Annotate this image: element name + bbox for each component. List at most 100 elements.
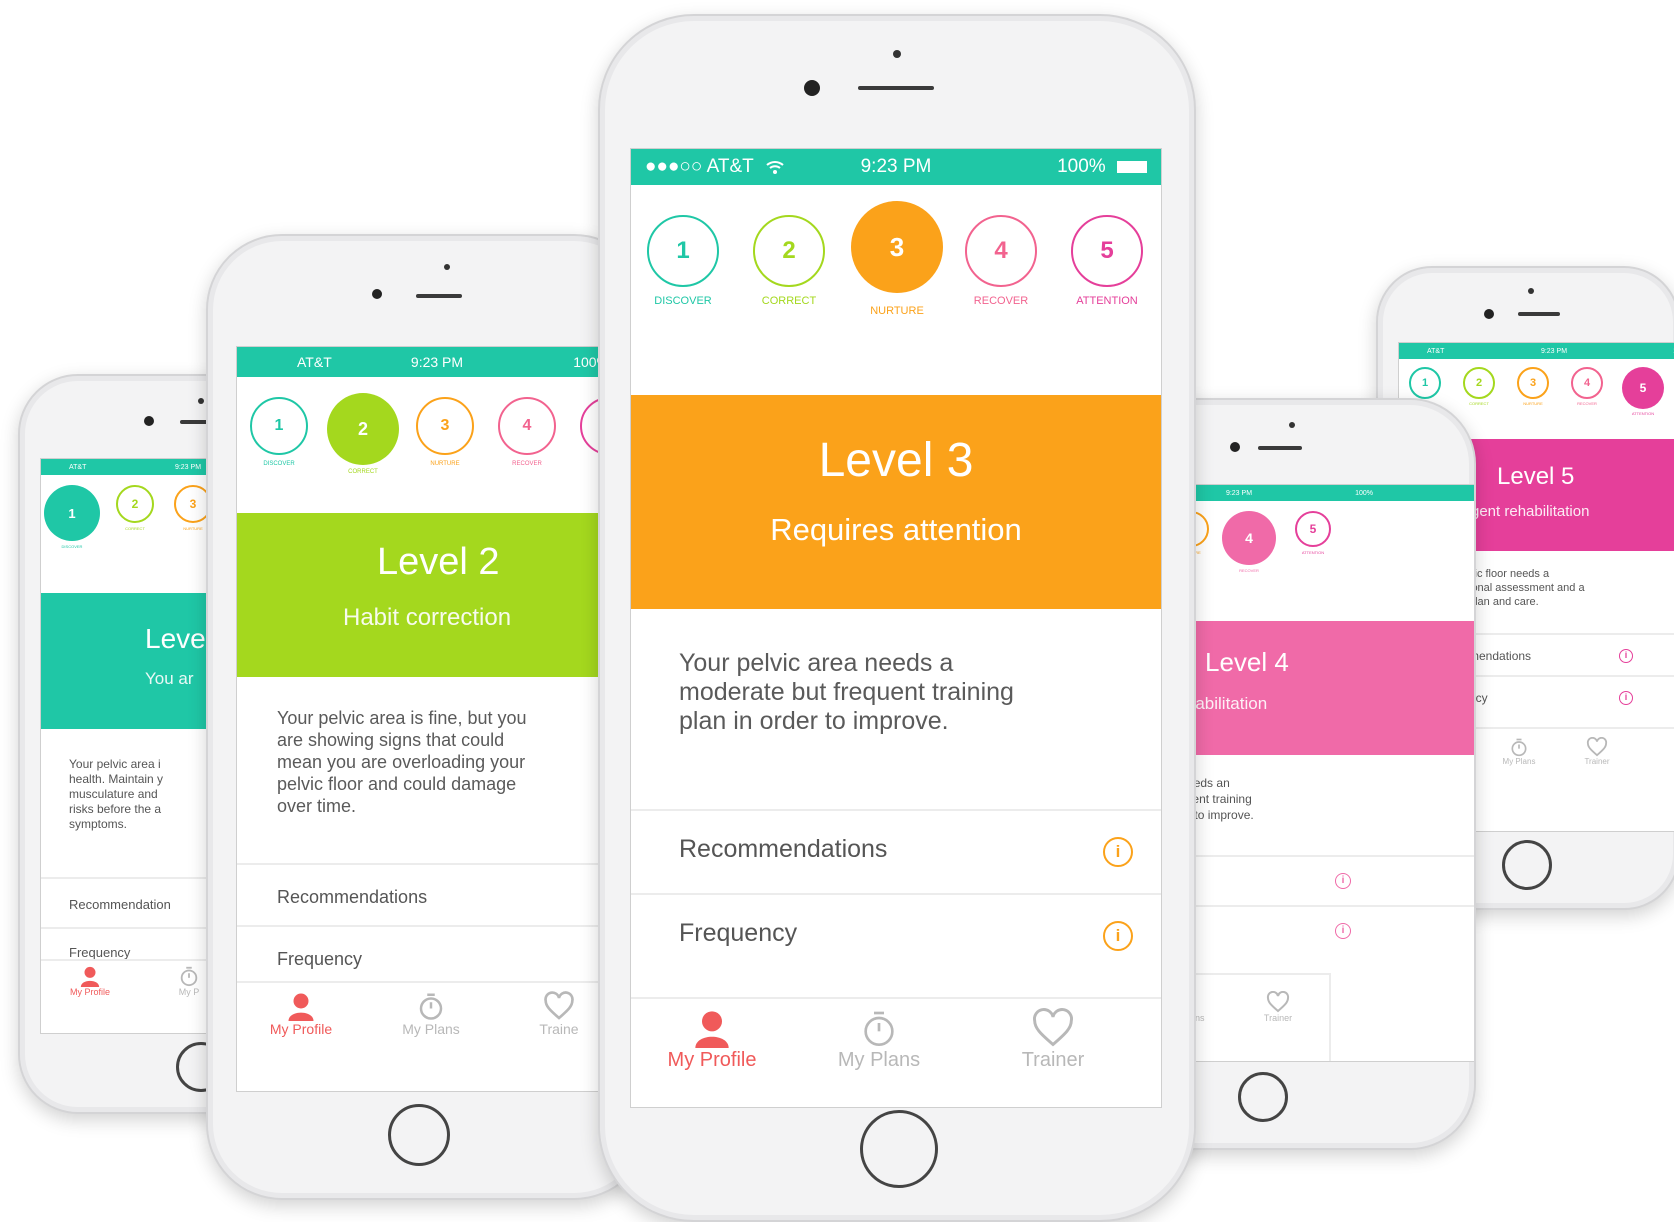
step-4-active[interactable]: 4 RECOVER bbox=[1221, 511, 1277, 573]
info-icon[interactable]: i bbox=[1103, 837, 1133, 867]
step-1[interactable]: 1 bbox=[1407, 367, 1443, 399]
tab-label: Traine bbox=[539, 1021, 579, 1037]
step-circle: 5 bbox=[1071, 215, 1143, 287]
step-2-active[interactable]: 2 CORRECT bbox=[325, 393, 401, 475]
tab-label: Trainer bbox=[1021, 1049, 1085, 1071]
step-2[interactable]: 2 CORRECT bbox=[113, 485, 157, 531]
home-button[interactable] bbox=[1502, 840, 1552, 890]
step-circle: 2 bbox=[1463, 367, 1495, 399]
desc-line: Your pelvic area i bbox=[69, 757, 161, 771]
tab-my-plans[interactable]: My Plans bbox=[829, 1007, 929, 1072]
tab-my-profile[interactable]: My Profile bbox=[55, 965, 125, 997]
step-label: NURTURE bbox=[870, 305, 924, 317]
step-4[interactable]: 4 RECOVER bbox=[961, 201, 1041, 307]
tab-my-profile[interactable]: My Profile bbox=[259, 991, 343, 1037]
step-4[interactable]: 4 RECOVER bbox=[1569, 367, 1605, 406]
info-icon[interactable]: i bbox=[1103, 921, 1133, 951]
screen: ●●●○○ AT&T 9:23 PM 100% 1 DISCOVER 2 CORRE… bbox=[630, 148, 1162, 1108]
earpiece bbox=[1258, 446, 1302, 450]
tab-my-profile[interactable]: My Profile bbox=[657, 1007, 767, 1072]
earpiece bbox=[1518, 312, 1560, 316]
step-1[interactable]: 1 DISCOVER bbox=[643, 201, 723, 307]
tab-bar: My Profile My Plans Trainer bbox=[631, 997, 1161, 1107]
tab-label: Trainer bbox=[1584, 757, 1610, 766]
home-button[interactable] bbox=[1238, 1072, 1288, 1122]
heart-icon bbox=[1586, 737, 1608, 757]
step-2[interactable]: 2 CORRECT bbox=[1461, 367, 1497, 406]
clock: 9:23 PM bbox=[1540, 347, 1568, 355]
front-camera bbox=[804, 80, 820, 96]
step-label: RECOVER bbox=[1239, 568, 1259, 573]
row-label: mendations bbox=[1469, 649, 1532, 663]
row-label: Recommendations bbox=[679, 835, 888, 863]
status-bar: ●●●○○ AT&T 9:23 PM 100% bbox=[631, 149, 1161, 185]
tab-my-plans[interactable]: My Plans bbox=[391, 991, 471, 1037]
phone-level-3: ●●●○○ AT&T 9:23 PM 100% 1 DISCOVER 2 CORRE… bbox=[598, 14, 1196, 1222]
step-circle: 1 bbox=[250, 397, 308, 455]
step-circle: 2 bbox=[116, 485, 154, 523]
front-camera bbox=[144, 416, 154, 426]
recommendations-row[interactable]: Recommendations i bbox=[631, 809, 1161, 893]
step-label: ATTENTION bbox=[1631, 411, 1655, 416]
heart-icon bbox=[544, 991, 574, 1020]
step-label: NURTURE bbox=[1523, 401, 1543, 406]
step-5-active[interactable]: 5 ATTENTION bbox=[1621, 367, 1665, 416]
level-description: Your pelvic area is fine, but you are sh… bbox=[277, 707, 527, 817]
step-4[interactable]: 4 RECOVER bbox=[495, 393, 559, 467]
heart-icon bbox=[1033, 1008, 1073, 1047]
stopwatch-icon bbox=[419, 993, 443, 1020]
recommendations-row[interactable]: Recommendations bbox=[237, 863, 648, 925]
step-2[interactable]: 2 CORRECT bbox=[749, 201, 829, 307]
step-5[interactable]: 5 ATTENTION bbox=[1061, 201, 1153, 307]
level-stepper: 1DISCOVER 2CORRECT 3NURTURE 4RECOVER 5 bbox=[237, 393, 648, 493]
step-circle: 2 bbox=[327, 393, 399, 465]
step-circle: 5 bbox=[1622, 367, 1664, 409]
step-1[interactable]: 1 DISCOVER bbox=[247, 393, 311, 467]
tab-my-plans[interactable]: My Plans bbox=[1489, 737, 1549, 766]
level-subtitle: Habit correction bbox=[343, 604, 512, 631]
info-icon[interactable]: i bbox=[1619, 649, 1633, 663]
status-bar: AT&T 9:23 PM 100% bbox=[237, 347, 648, 377]
frequency-row[interactable]: Frequency bbox=[237, 925, 648, 987]
earpiece bbox=[416, 294, 462, 298]
tab-trainer[interactable]: Trainer bbox=[1243, 991, 1313, 1023]
step-circle: 2 bbox=[753, 215, 825, 287]
front-camera bbox=[1484, 309, 1494, 319]
step-circle: 4 bbox=[1571, 367, 1603, 399]
row-label: Frequency bbox=[69, 945, 131, 960]
step-label: DISCOVER bbox=[654, 295, 712, 307]
stopwatch-icon bbox=[180, 966, 198, 987]
tab-trainer[interactable]: Trainer bbox=[1567, 737, 1627, 766]
tab-bar: My Profile My Plans Traine bbox=[237, 981, 648, 1091]
step-label: RECOVER bbox=[1577, 401, 1597, 406]
step-label: ATTENTION bbox=[1076, 295, 1138, 307]
info-icon[interactable]: i bbox=[1335, 873, 1351, 889]
step-3[interactable]: 3 NURTURE bbox=[1515, 367, 1551, 406]
desc-line: plan in order to improve. bbox=[679, 707, 949, 735]
desc-line: ional assessment and a bbox=[1469, 582, 1585, 594]
home-button[interactable] bbox=[860, 1110, 938, 1188]
tab-label: My Plans bbox=[1502, 757, 1536, 766]
desc-line: vic floor needs a bbox=[1469, 568, 1550, 580]
desc-line: pelvic floor and could damage bbox=[277, 774, 517, 794]
tab-trainer[interactable]: Traine bbox=[519, 991, 599, 1037]
tab-trainer[interactable]: Trainer bbox=[1003, 1007, 1103, 1072]
level-banner: Level 3 Requires attention bbox=[631, 395, 1161, 609]
clock: 9:23 PM bbox=[410, 354, 464, 370]
desc-line: symptoms. bbox=[69, 817, 128, 831]
clock: 9:23 PM bbox=[860, 156, 932, 177]
info-icon[interactable]: i bbox=[1619, 691, 1633, 705]
person-icon bbox=[288, 993, 314, 1021]
step-3[interactable]: 3 NURTURE bbox=[413, 393, 477, 467]
step-1-active[interactable]: 1 DISCOVER bbox=[43, 485, 101, 549]
front-sensor bbox=[444, 264, 450, 270]
level-title: Level 2 bbox=[377, 541, 500, 583]
row-label: Frequency bbox=[277, 949, 363, 969]
step-label: RECOVER bbox=[512, 461, 542, 467]
frequency-row[interactable]: Frequency i bbox=[631, 893, 1161, 977]
step-5[interactable]: 5 ATTENTION bbox=[1293, 511, 1333, 555]
home-button[interactable] bbox=[388, 1104, 450, 1166]
stopwatch-icon bbox=[864, 1011, 894, 1046]
info-icon[interactable]: i bbox=[1335, 923, 1351, 939]
step-3-active[interactable]: 3 NURTURE bbox=[849, 201, 945, 317]
